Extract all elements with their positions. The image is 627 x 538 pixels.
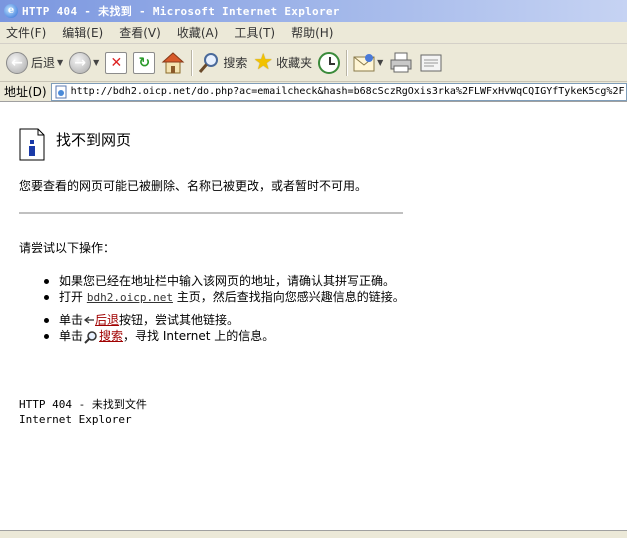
mail-icon bbox=[353, 53, 375, 71]
menu-file[interactable]: 文件(F) bbox=[6, 24, 46, 41]
address-label: 地址(D) bbox=[4, 85, 47, 99]
stop-icon: ✕ bbox=[105, 51, 128, 74]
star-icon: ★ bbox=[253, 49, 274, 75]
list-item: 单击 后退按钮，尝试其他链接。 bbox=[42, 312, 422, 328]
page-content: 找不到网页 您要查看的网页可能已被删除、名称已被更改，或者暂时不可用。 请尝试以… bbox=[0, 103, 627, 530]
back-arrow-icon bbox=[83, 315, 95, 324]
forward-arrow-icon: → bbox=[69, 51, 92, 74]
list-item: 打开 bdh2.oicp.net 主页，然后查找指向您感兴趣信息的链接。 bbox=[42, 289, 422, 306]
back-label: 后退 bbox=[31, 56, 56, 70]
toolbar-separator bbox=[346, 49, 348, 76]
suggestion-text: 按钮，尝试其他链接。 bbox=[119, 313, 240, 327]
divider bbox=[19, 212, 403, 214]
search-button[interactable]: 搜索 bbox=[195, 48, 250, 78]
edit-button[interactable] bbox=[416, 48, 446, 78]
menu-bar: 文件(F) 编辑(E) 查看(V) 收藏(A) 工具(T) 帮助(H) bbox=[0, 22, 627, 44]
menu-tools[interactable]: 工具(T) bbox=[234, 24, 275, 41]
back-arrow-icon: ← bbox=[6, 51, 28, 74]
suggestion-text: 打开 bbox=[59, 290, 84, 304]
home-icon bbox=[162, 51, 185, 73]
error-code: HTTP 404 - 未找到文件 bbox=[19, 398, 147, 411]
suggestion-text: 如果您已经在地址栏中输入该网页的地址，请确认其拼写正确。 bbox=[59, 274, 396, 288]
history-button[interactable] bbox=[315, 48, 343, 78]
info-icon bbox=[19, 128, 45, 161]
back-link[interactable]: 后退 bbox=[95, 313, 119, 327]
suggestions-heading: 请尝试以下操作： bbox=[19, 241, 116, 255]
window-title: HTTP 404 - 未找到 - Microsoft Internet Expl… bbox=[22, 5, 340, 18]
title-bar: e HTTP 404 - 未找到 - Microsoft Internet Ex… bbox=[0, 0, 627, 22]
suggestion-text: ，寻找 Internet 上的信息。 bbox=[123, 329, 275, 343]
mail-dropdown-icon[interactable]: ▼ bbox=[377, 58, 383, 67]
address-input[interactable]: http://bdh2.oicp.net/do.php?ac=emailchec… bbox=[50, 82, 627, 101]
forward-dropdown-icon[interactable]: ▼ bbox=[93, 58, 99, 67]
search-icon bbox=[84, 330, 97, 344]
history-icon bbox=[318, 51, 341, 74]
search-label: 搜索 bbox=[223, 56, 248, 70]
menu-favorites[interactable]: 收藏(A) bbox=[177, 24, 219, 41]
back-dropdown-icon[interactable]: ▼ bbox=[57, 58, 63, 67]
forward-button[interactable]: → ▼ bbox=[66, 48, 102, 78]
printer-icon bbox=[390, 52, 412, 72]
page-title: 找不到网页 bbox=[56, 131, 132, 149]
toolbar: ← 后退 ▼ → ▼ ✕ ↻ 搜索 ★ 收藏夹 ▼ bbox=[0, 44, 627, 82]
refresh-button[interactable]: ↻ bbox=[130, 48, 158, 78]
ie-logo-icon: e bbox=[4, 4, 18, 18]
list-item: 单击 搜索，寻找 Internet 上的信息。 bbox=[42, 328, 422, 344]
address-bar: 地址(D) http://bdh2.oicp.net/do.php?ac=ema… bbox=[0, 82, 627, 102]
menu-view[interactable]: 查看(V) bbox=[119, 24, 161, 41]
search-link[interactable]: 搜索 bbox=[99, 329, 123, 343]
suggestion-text: 主页，然后查找指向您感兴趣信息的链接。 bbox=[176, 290, 405, 304]
error-description: 您要查看的网页可能已被删除、名称已被更改，或者暂时不可用。 bbox=[19, 179, 368, 193]
home-button[interactable] bbox=[158, 48, 188, 78]
print-button[interactable] bbox=[386, 48, 416, 78]
search-icon bbox=[199, 52, 219, 73]
edit-page-icon bbox=[420, 54, 442, 71]
mail-button[interactable]: ▼ bbox=[350, 48, 386, 78]
list-item: 如果您已经在地址栏中输入该网页的地址，请确认其拼写正确。 bbox=[42, 273, 422, 289]
refresh-icon: ↻ bbox=[133, 51, 156, 74]
favorites-button[interactable]: ★ 收藏夹 bbox=[250, 48, 315, 78]
address-url: http://bdh2.oicp.net/do.php?ac=emailchec… bbox=[70, 86, 625, 97]
toolbar-separator bbox=[191, 49, 193, 76]
menu-help[interactable]: 帮助(H) bbox=[291, 24, 333, 41]
browser-name: Internet Explorer bbox=[19, 413, 132, 426]
menu-edit[interactable]: 编辑(E) bbox=[62, 24, 103, 41]
favorites-label: 收藏夹 bbox=[276, 56, 313, 70]
suggestions-list: 如果您已经在地址栏中输入该网页的地址，请确认其拼写正确。 打开 bdh2.oic… bbox=[42, 273, 422, 344]
page-icon bbox=[55, 85, 67, 98]
back-button[interactable]: ← 后退 ▼ bbox=[3, 48, 66, 78]
suggestion-text: 单击 bbox=[59, 313, 84, 327]
stop-button[interactable]: ✕ bbox=[102, 48, 130, 78]
homepage-link[interactable]: bdh2.oicp.net bbox=[87, 291, 173, 304]
suggestion-text: 单击 bbox=[59, 329, 84, 343]
status-bar bbox=[0, 530, 627, 538]
